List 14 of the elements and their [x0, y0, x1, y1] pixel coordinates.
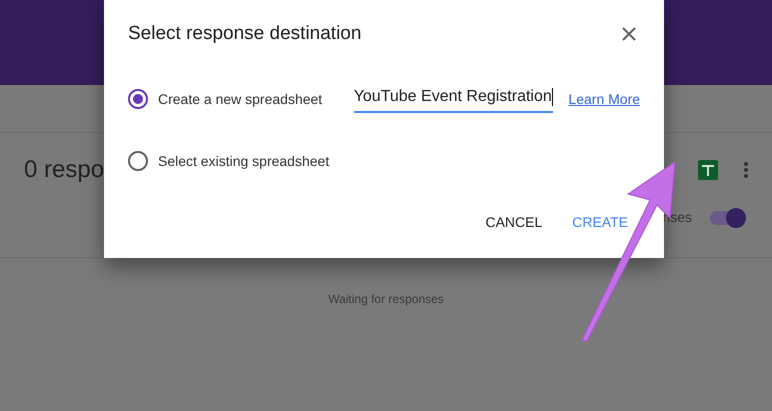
radio-button[interactable]: [128, 89, 148, 109]
radio-button[interactable]: [128, 151, 148, 171]
cancel-button[interactable]: CANCEL: [473, 204, 554, 240]
accepting-toggle[interactable]: [708, 208, 746, 228]
learn-more-link[interactable]: Learn More: [568, 88, 640, 110]
empty-message: Waiting for responses: [328, 291, 444, 308]
dialog-title: Select response destination: [128, 22, 362, 46]
more-icon[interactable]: [744, 162, 748, 178]
option-label: Select existing spreadsheet: [158, 152, 330, 171]
create-button[interactable]: CREATE: [560, 204, 640, 240]
spreadsheet-name-field[interactable]: YouTube Event Registration: [354, 85, 554, 113]
option-label: Create a new spreadsheet: [158, 90, 324, 109]
spreadsheet-icon[interactable]: [698, 160, 718, 180]
responses-title: 0 respo: [24, 155, 104, 185]
